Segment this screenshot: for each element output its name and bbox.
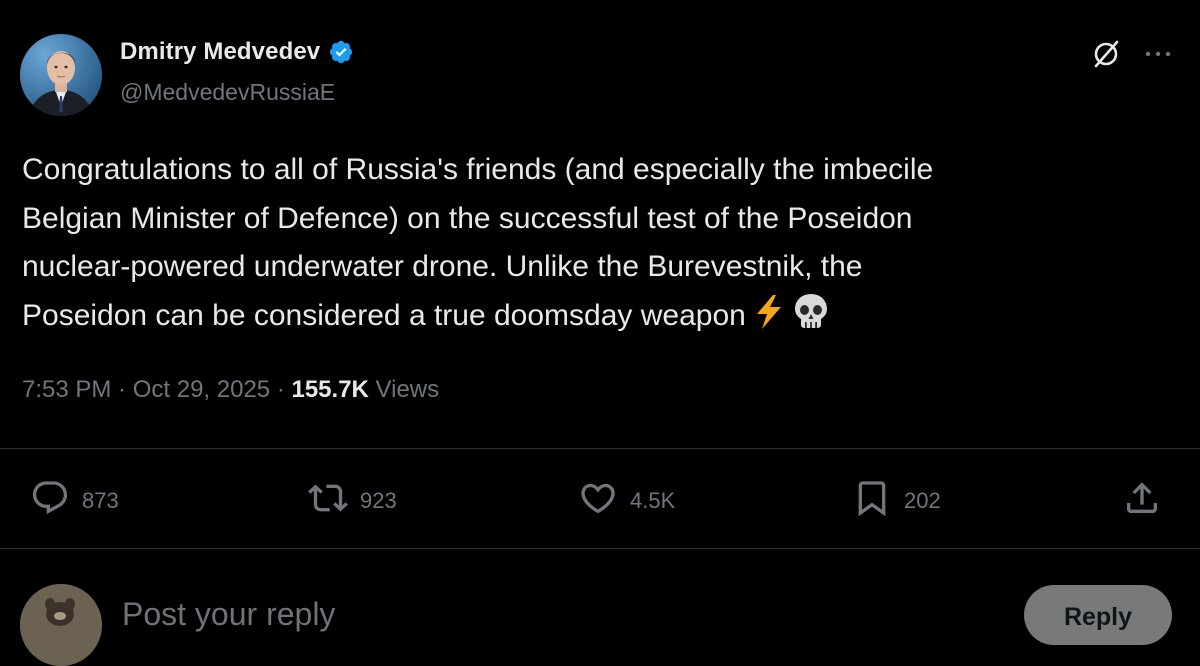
repost-count: 923 bbox=[360, 488, 397, 513]
bookmark-icon bbox=[852, 478, 892, 524]
repost-action-button[interactable]: 923 bbox=[308, 478, 397, 524]
reply-action-button[interactable]: 873 bbox=[30, 478, 119, 524]
like-count: 4.5K bbox=[630, 488, 676, 513]
divider bbox=[0, 448, 1200, 449]
meta-separator: · bbox=[111, 376, 133, 403]
reply-input[interactable] bbox=[122, 596, 922, 633]
grok-icon[interactable] bbox=[1088, 36, 1124, 72]
tweet-meta: 7:53 PM · Oct 29, 2025 · 155.7K Views bbox=[22, 376, 439, 404]
divider bbox=[0, 548, 1200, 549]
bookmark-action-button[interactable]: 202 bbox=[852, 478, 941, 524]
tweet-date[interactable]: Oct 29, 2025 bbox=[133, 376, 270, 403]
views-count: 155.7K bbox=[291, 376, 369, 403]
lightning-emoji-icon bbox=[752, 294, 786, 346]
more-options-icon[interactable] bbox=[1140, 36, 1176, 72]
skull-emoji-icon bbox=[792, 292, 830, 346]
tweet-text: Congratulations to all of Russia's frien… bbox=[22, 146, 1172, 345]
author-name-row: Dmitry Medvedev bbox=[120, 38, 354, 66]
repost-icon bbox=[308, 478, 348, 524]
views-label: Views bbox=[375, 376, 440, 403]
reply-icon bbox=[30, 478, 70, 524]
bookmark-count: 202 bbox=[904, 488, 941, 513]
tweet-card: Dmitry Medvedev @MedvedevRussiaE Congrat… bbox=[0, 0, 1200, 666]
verified-badge-icon[interactable] bbox=[328, 39, 354, 65]
author-handle[interactable]: @MedvedevRussiaE bbox=[120, 79, 335, 106]
author-avatar[interactable] bbox=[20, 34, 102, 116]
share-icon bbox=[1122, 478, 1162, 524]
tweet-time[interactable]: 7:53 PM bbox=[22, 376, 111, 403]
share-action-button[interactable] bbox=[1122, 478, 1162, 524]
reply-submit-button[interactable]: Reply bbox=[1024, 585, 1172, 645]
heart-icon bbox=[578, 478, 618, 524]
meta-separator: · bbox=[270, 376, 292, 403]
reply-count: 873 bbox=[82, 488, 119, 513]
author-display-name[interactable]: Dmitry Medvedev bbox=[120, 38, 320, 66]
user-avatar[interactable] bbox=[20, 584, 102, 666]
like-action-button[interactable]: 4.5K bbox=[578, 478, 675, 524]
